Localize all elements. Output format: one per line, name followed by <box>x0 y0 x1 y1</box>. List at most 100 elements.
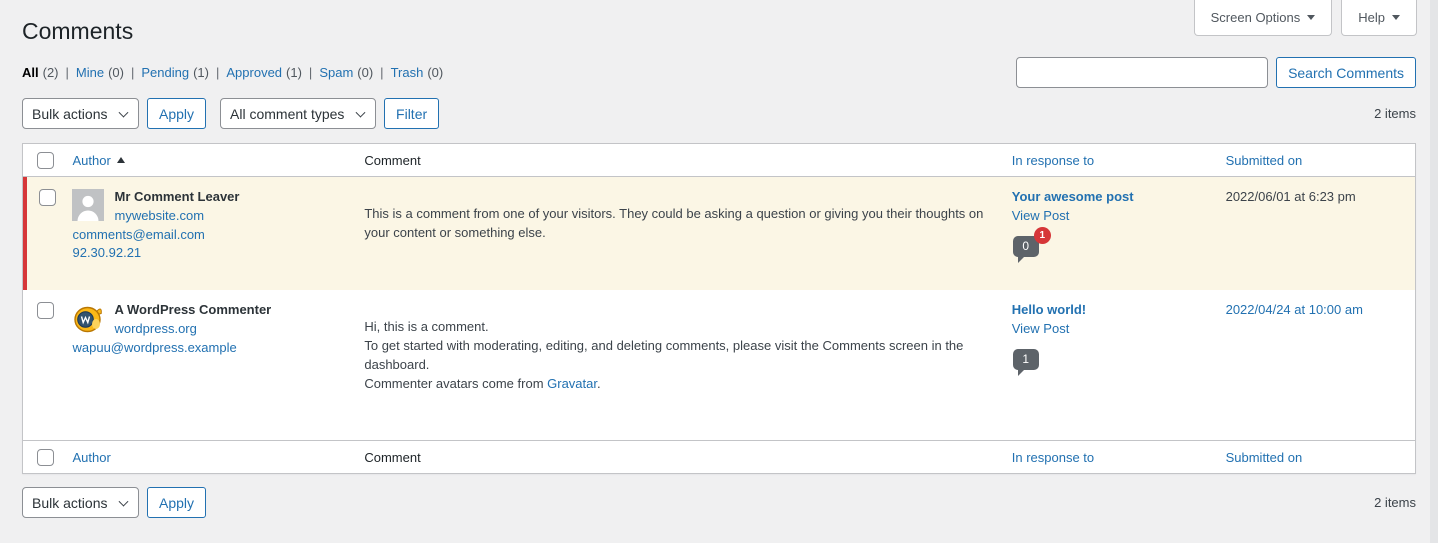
sort-response-header[interactable]: In response to <box>1012 153 1094 168</box>
filter-spam-count: (0) <box>357 65 374 81</box>
status-filter-list: All (2) Mine (0) Pending (1) Approved (1… <box>22 65 443 80</box>
comment-count-wrap: 0 1 <box>1012 226 1051 263</box>
submitted-on-cell: 2022/04/24 at 10:00 am <box>1216 290 1416 440</box>
filter-pending: Pending (1) <box>124 65 209 80</box>
filter-mine-link[interactable]: Mine <box>76 65 104 80</box>
comment-footer-label: Comment <box>354 439 1002 474</box>
search-input[interactable] <box>1016 57 1269 89</box>
author-url-link[interactable]: mywebsite.com <box>114 208 204 223</box>
sort-submitted-header[interactable]: Submitted on <box>1226 153 1303 168</box>
screen-options-label: Screen Options <box>1210 10 1301 25</box>
author-header-label: Author <box>72 152 111 168</box>
table-row: Mr Comment Leaver mywebsite.com comments… <box>22 176 1416 291</box>
help-label: Help <box>1358 10 1385 25</box>
bulk-actions-select-wrap: Bulk actions <box>22 98 139 130</box>
filter-trash-link[interactable]: Trash <box>391 65 424 80</box>
search-box: Search Comments <box>1016 57 1416 89</box>
pending-count-badge[interactable]: 1 <box>1033 226 1051 244</box>
chevron-down-icon <box>1307 15 1316 20</box>
author-email-link[interactable]: wapuu@wordpress.example <box>72 340 236 355</box>
filter-trash: Trash (0) <box>373 65 444 81</box>
sort-author-footer[interactable]: Author <box>72 450 110 465</box>
bulk-actions-select[interactable]: Bulk actions <box>22 487 139 519</box>
filter-approved: Approved (1) <box>209 65 302 80</box>
filter-all-count: (2) <box>42 65 59 81</box>
tablenav-top: Bulk actions Apply All comment types Fil… <box>22 98 1416 130</box>
author-email-link[interactable]: comments@email.com <box>72 227 204 242</box>
view-post-link[interactable]: View Post <box>1012 321 1070 336</box>
apply-button[interactable]: Apply <box>147 487 207 519</box>
comments-page: Comments All (2) Mine (0) Pending (1) Ap… <box>0 0 1438 519</box>
comment-line: Hi, this is a comment. <box>364 319 489 335</box>
sort-submitted-footer[interactable]: Submitted on <box>1226 450 1303 465</box>
filter-all: All (2) <box>22 65 59 80</box>
filter-button[interactable]: Filter <box>384 98 440 130</box>
chevron-down-icon <box>1392 15 1400 20</box>
filter-all-link[interactable]: All <box>22 65 39 80</box>
tablenav-bottom: Bulk actions Apply 2 items <box>22 487 1416 519</box>
wapuu-avatar <box>74 307 103 333</box>
table-footer: Author Comment In response to Submitted … <box>22 439 1416 474</box>
sort-author-header[interactable]: Author <box>72 152 125 168</box>
comment-count-wrap: 1 <box>1012 349 1039 377</box>
gravatar-link[interactable]: Gravatar <box>547 376 597 391</box>
table-row: A WordPress Commenter wordpress.org wapu… <box>22 290 1416 441</box>
in-response-to-cell: Hello world! View Post 1 <box>1002 290 1216 440</box>
submitted-date: 2022/06/01 at 6:23 pm <box>1225 188 1356 204</box>
bulk-actions-select[interactable]: Bulk actions <box>22 98 139 130</box>
filter-spam: Spam (0) <box>302 65 373 80</box>
in-response-to-cell: Your awesome post View Post 0 1 <box>1002 176 1216 290</box>
comment-count-bubble[interactable]: 1 <box>1012 349 1039 377</box>
filter-search-row: All (2) Mine (0) Pending (1) Approved (1… <box>22 57 1416 89</box>
filter-mine-count: (0) <box>108 65 124 81</box>
view-post-link[interactable]: View Post <box>1012 208 1070 223</box>
bulk-actions-group: Bulk actions Apply <box>22 487 207 519</box>
filter-pending-count: (1) <box>193 65 209 81</box>
post-title-link[interactable]: Hello world! <box>1012 302 1086 317</box>
filter-approved-count: (1) <box>286 65 302 81</box>
comment-cell: Hi, this is a comment. To get started wi… <box>354 290 1001 440</box>
author-cell: A WordPress Commenter wordpress.org wapu… <box>62 290 354 440</box>
bulk-actions-select-wrap: Bulk actions <box>22 487 139 519</box>
comment-line-text: Commenter avatars come from <box>364 375 548 391</box>
comment-cell: This is a comment from one of your visit… <box>354 176 1001 290</box>
sort-asc-icon <box>116 157 125 164</box>
comments-table: Author Comment In response to Submitted … <box>22 142 1416 474</box>
comment-text: Hi, this is a comment. To get started wi… <box>364 318 991 393</box>
items-count-top: 2 items <box>1374 106 1416 122</box>
items-count-bottom: 2 items <box>1374 495 1416 511</box>
select-all-checkbox[interactable] <box>37 151 54 169</box>
filter-trash-count: (0) <box>427 65 444 81</box>
filter-approved-link[interactable]: Approved <box>226 65 282 80</box>
author-cell: Mr Comment Leaver mywebsite.com comments… <box>62 176 354 290</box>
submitted-date-link[interactable]: 2022/04/24 at 10:00 am <box>1226 302 1363 317</box>
table-header: Author Comment In response to Submitted … <box>22 143 1416 177</box>
sort-response-footer[interactable]: In response to <box>1012 450 1094 465</box>
screen-meta-bar: Screen Options Help <box>1193 0 1417 36</box>
comment-types-select-wrap: All comment types <box>220 98 377 130</box>
author-url-link[interactable]: wordpress.org <box>114 321 196 336</box>
comment-line: To get started with moderating, editing,… <box>364 338 964 373</box>
search-comments-button[interactable]: Search Comments <box>1276 57 1416 89</box>
select-comment-checkbox[interactable] <box>37 302 54 320</box>
filter-pending-link[interactable]: Pending <box>141 65 189 80</box>
filter-mine: Mine (0) <box>59 65 124 80</box>
comment-line: Commenter avatars come from Gravatar. <box>364 375 991 394</box>
select-comment-checkbox[interactable] <box>39 188 56 206</box>
author-ip-link[interactable]: 92.30.92.21 <box>72 245 141 260</box>
comment-types-select[interactable]: All comment types <box>220 98 377 130</box>
comment-text: This is a comment from one of your visit… <box>364 205 984 240</box>
mystery-person-avatar <box>72 188 105 221</box>
filter-spam-link[interactable]: Spam <box>319 65 353 80</box>
bulk-actions-group: Bulk actions Apply All comment types Fil… <box>22 98 440 130</box>
help-button[interactable]: Help <box>1341 0 1417 36</box>
screen-options-button[interactable]: Screen Options <box>1193 0 1333 36</box>
comment-header-label: Comment <box>354 143 1002 177</box>
post-title-link[interactable]: Your awesome post <box>1012 189 1134 204</box>
apply-button[interactable]: Apply <box>147 98 207 130</box>
author-name: Mr Comment Leaver <box>114 188 240 204</box>
author-name: A WordPress Commenter <box>114 302 272 318</box>
select-all-checkbox[interactable] <box>37 448 54 466</box>
submitted-on-cell: 2022/06/01 at 6:23 pm <box>1216 176 1416 290</box>
scrollbar[interactable] <box>1430 0 1438 543</box>
